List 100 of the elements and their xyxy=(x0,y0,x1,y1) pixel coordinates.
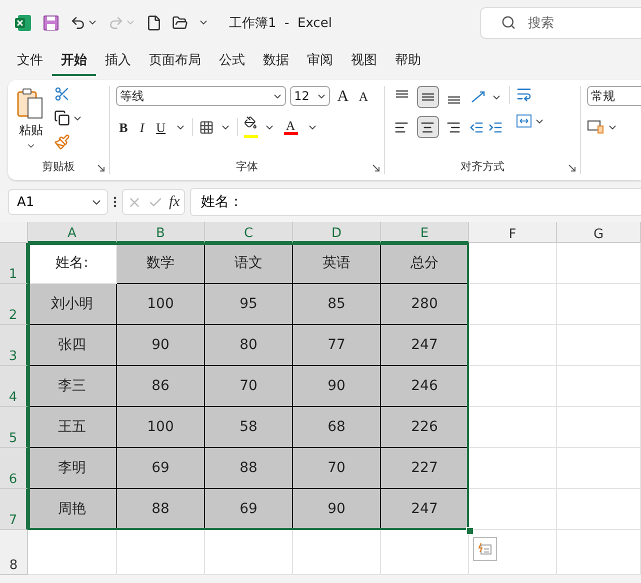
increase-indent-icon[interactable] xyxy=(488,120,503,134)
table-cell: 85 xyxy=(293,284,381,325)
ribbon-tab[interactable]: 公式 xyxy=(210,48,254,76)
table-cell: 李明 xyxy=(28,448,117,489)
decrease-indent-icon[interactable] xyxy=(468,120,484,134)
table-cell: 247 xyxy=(381,489,469,530)
column-header[interactable]: F xyxy=(469,222,557,243)
row-header[interactable]: 2 xyxy=(0,284,28,325)
column-header[interactable]: G xyxy=(557,222,641,243)
table-cell: 王五 xyxy=(28,407,117,448)
table-cell: 77 xyxy=(293,325,381,366)
group-label: 对齐方式 xyxy=(460,159,504,174)
quick-analysis-icon xyxy=(478,542,492,556)
ribbon-tab[interactable]: 页面布局 xyxy=(140,48,210,76)
column-header[interactable]: A xyxy=(28,222,117,243)
table-cell: 227 xyxy=(381,448,469,489)
align-center-icon xyxy=(420,120,436,134)
table-cell: 90 xyxy=(117,325,205,366)
row-header[interactable]: 5 xyxy=(0,407,28,448)
fill-handle[interactable] xyxy=(466,527,474,535)
underline-button[interactable]: U xyxy=(153,120,169,134)
center-align-button[interactable] xyxy=(416,116,439,138)
align-bottom-icon xyxy=(448,96,460,104)
table-cell: 姓名: xyxy=(28,243,117,284)
table-cell: 246 xyxy=(381,366,469,407)
table-cell: 张四 xyxy=(28,325,117,366)
table-cell: 58 xyxy=(205,407,293,448)
cut-icon[interactable] xyxy=(54,86,70,102)
fill-color-icon[interactable] xyxy=(244,116,258,138)
align-right-icon xyxy=(446,120,462,134)
dialog-launcher-icon[interactable] xyxy=(97,164,106,172)
search-field[interactable]: 搜索 xyxy=(480,6,641,38)
ribbon-tab[interactable]: 数据 xyxy=(254,48,298,76)
ribbon-tab[interactable]: 插入 xyxy=(96,48,140,76)
undo-icon[interactable] xyxy=(70,14,86,30)
window-title: 工作簿1 - Excel xyxy=(229,14,332,32)
table-cell: 280 xyxy=(381,284,469,325)
dialog-launcher-icon[interactable] xyxy=(372,164,380,172)
merge-center-icon[interactable] xyxy=(516,114,532,128)
ribbon-tab[interactable]: 视图 xyxy=(342,48,386,76)
table-cell: 88 xyxy=(205,448,293,489)
open-folder-icon[interactable] xyxy=(172,14,188,30)
wrap-text-icon[interactable] xyxy=(516,86,532,102)
row-header[interactable]: 3 xyxy=(0,325,28,366)
more-icon[interactable] xyxy=(113,196,117,208)
table-cell: 90 xyxy=(293,366,381,407)
paste-button[interactable]: 粘贴 xyxy=(14,86,48,159)
table-cell: 226 xyxy=(381,407,469,448)
align-top-icon xyxy=(396,90,408,98)
table-cell: 247 xyxy=(381,325,469,366)
align-left-icon xyxy=(394,120,410,134)
insert-function-button[interactable]: fx xyxy=(169,194,180,210)
grow-font-button[interactable]: A xyxy=(334,90,352,102)
dialog-launcher-icon[interactable] xyxy=(568,164,576,172)
quick-analysis-button[interactable] xyxy=(473,537,497,561)
column-header[interactable]: E xyxy=(381,222,469,243)
save-icon[interactable] xyxy=(42,14,60,32)
middle-align-button[interactable] xyxy=(416,86,439,108)
ribbon-tab[interactable]: 开始 xyxy=(52,48,96,76)
copy-icon[interactable] xyxy=(54,110,70,126)
number-format-combo[interactable]: 常规 xyxy=(586,86,641,106)
search-icon xyxy=(501,15,516,30)
row-header[interactable]: 6 xyxy=(0,448,28,489)
ribbon-tab[interactable]: 审阅 xyxy=(298,48,342,76)
column-header[interactable]: D xyxy=(293,222,381,243)
group-label: 剪贴板 xyxy=(42,159,76,174)
table-cell: 数学 xyxy=(117,243,205,284)
table-cell: 88 xyxy=(117,489,205,530)
table-cell: 总分 xyxy=(381,243,469,284)
table-cell: 语文 xyxy=(205,243,293,284)
bold-button[interactable]: B xyxy=(116,120,131,134)
format-painter-icon[interactable] xyxy=(54,134,70,150)
font-size-combo[interactable]: 12 xyxy=(290,86,330,106)
ribbon-tab[interactable]: 文件 xyxy=(8,48,52,76)
row-header[interactable]: 8 xyxy=(0,530,28,575)
row-header[interactable]: 4 xyxy=(0,366,28,407)
table-cell: 70 xyxy=(205,366,293,407)
row-header[interactable]: 7 xyxy=(0,489,28,530)
column-header[interactable]: B xyxy=(117,222,205,243)
font-name-combo[interactable]: 等线 xyxy=(116,86,286,106)
column-header[interactable]: C xyxy=(205,222,293,243)
italic-button[interactable]: I xyxy=(136,120,148,134)
table-cell: 李三 xyxy=(28,366,117,407)
table-cell: 周艳 xyxy=(28,489,117,530)
table-cell: 英语 xyxy=(293,243,381,284)
table-cell: 70 xyxy=(293,448,381,489)
conditional-format-icon[interactable] xyxy=(586,120,605,134)
table-cell: 69 xyxy=(205,489,293,530)
ribbon-tab[interactable]: 帮助 xyxy=(386,48,430,76)
table-cell: 69 xyxy=(117,448,205,489)
shrink-font-button[interactable]: A xyxy=(356,90,372,102)
row-header[interactable]: 1 xyxy=(0,243,28,284)
borders-icon[interactable] xyxy=(198,120,214,134)
formula-field[interactable]: 姓名： xyxy=(190,188,641,216)
font-color-button[interactable]: A xyxy=(280,119,301,135)
table-cell: 刘小明 xyxy=(28,284,117,325)
new-file-icon[interactable] xyxy=(146,14,162,30)
group-label: 字体 xyxy=(236,159,258,174)
table-cell: 86 xyxy=(117,366,205,407)
name-box[interactable]: A1 xyxy=(8,189,108,215)
